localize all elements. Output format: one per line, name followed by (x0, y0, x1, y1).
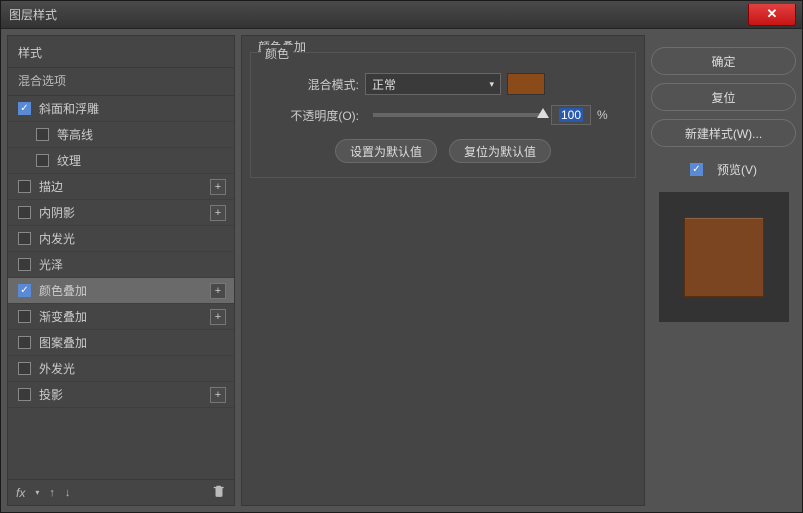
preview-toggle[interactable]: ✓ 预览(V) (651, 161, 796, 178)
effect-checkbox[interactable] (36, 128, 49, 141)
opacity-input[interactable]: 100 (551, 105, 591, 125)
new-style-button[interactable]: 新建样式(W)... (651, 119, 796, 147)
fx-menu-icon[interactable]: fx (16, 486, 25, 500)
effect-label: 等高线 (57, 126, 93, 143)
effect-label: 斜面和浮雕 (39, 100, 99, 117)
effect-checkbox[interactable] (18, 258, 31, 271)
effect-label: 纹理 (57, 152, 81, 169)
effect-checkbox[interactable] (36, 154, 49, 167)
styles-footer: fx ▾ ↑ ↓ (8, 479, 234, 505)
dialog-body: 样式 混合选项 ✓斜面和浮雕等高线纹理描边+内阴影+内发光光泽✓颜色叠加+渐变叠… (7, 35, 796, 506)
cancel-button[interactable]: 复位 (651, 83, 796, 111)
styles-header: 样式 (8, 36, 234, 67)
effect-checkbox[interactable] (18, 310, 31, 323)
fx-menu-caret[interactable]: ▾ (35, 488, 39, 497)
effect-checkbox[interactable] (18, 180, 31, 193)
titlebar[interactable]: 图层样式 ✕ (1, 1, 802, 29)
effect-item[interactable]: 投影 + (8, 382, 234, 408)
blend-options-row[interactable]: 混合选项 (8, 67, 234, 96)
settings-panel: 颜色叠加 颜色 混合模式: 正常 ▾ 不透明度(O): 100 (241, 35, 645, 506)
effect-item[interactable]: 内阴影 + (8, 200, 234, 226)
effect-item[interactable]: 图案叠加 (8, 330, 234, 356)
color-swatch[interactable] (507, 73, 545, 95)
effect-label: 描边 (39, 178, 63, 195)
chevron-down-icon: ▾ (489, 79, 494, 90)
right-buttons: 确定 复位 新建样式(W)... ✓ 预览(V) (651, 35, 796, 506)
effect-item[interactable]: ✓ 斜面和浮雕 (8, 96, 234, 122)
effect-item[interactable]: 渐变叠加 + (8, 304, 234, 330)
opacity-label: 不透明度(O): (265, 107, 365, 124)
layer-style-dialog: 图层样式 ✕ 样式 混合选项 ✓ 斜面和浮雕等高线纹理描边 + 内阴影 + 内发光光泽 ✓ 颜… (0, 0, 803, 513)
effect-item[interactable]: 光泽 (8, 252, 234, 278)
add-effect-icon[interactable]: + (210, 283, 226, 299)
move-down-icon[interactable]: ↓ (65, 487, 71, 499)
effect-label: 内发光 (39, 230, 75, 247)
blend-mode-select[interactable]: 正常 ▾ (365, 73, 501, 95)
add-effect-icon[interactable]: + (210, 205, 226, 221)
blend-mode-value: 正常 (372, 76, 396, 93)
preview-checkbox[interactable]: ✓ (690, 163, 703, 176)
opacity-slider[interactable] (373, 113, 543, 117)
effect-item[interactable]: ✓ 颜色叠加 + (8, 278, 234, 304)
move-up-icon[interactable]: ↑ (49, 487, 55, 499)
effect-checkbox[interactable] (18, 388, 31, 401)
add-effect-icon[interactable]: + (210, 387, 226, 403)
effect-label: 颜色叠加 (39, 282, 87, 299)
effect-label: 内阴影 (39, 204, 75, 221)
effect-checkbox[interactable] (18, 336, 31, 349)
effect-label: 光泽 (39, 256, 63, 273)
effect-label: 外发光 (39, 360, 75, 377)
opacity-slider-thumb[interactable] (537, 108, 549, 118)
styles-panel: 样式 混合选项 ✓斜面和浮雕等高线纹理描边+内阴影+内发光光泽✓颜色叠加+渐变叠… (7, 35, 235, 506)
effect-checkbox[interactable] (18, 362, 31, 375)
color-group-title: 颜色 (261, 45, 293, 62)
window-title: 图层样式 (1, 6, 57, 23)
opacity-suffix: % (597, 108, 608, 122)
effect-label: 投影 (39, 386, 63, 403)
effect-checkbox[interactable] (18, 206, 31, 219)
blend-mode-label: 混合模式: (265, 76, 365, 93)
default-buttons-row: 设置为默认值 复位为默认值 (265, 139, 621, 163)
effect-item[interactable]: 内发光 (8, 226, 234, 252)
effect-label: 渐变叠加 (39, 308, 87, 325)
add-effect-icon[interactable]: + (210, 179, 226, 195)
effects-list: ✓ 斜面和浮雕等高线纹理描边 + 内阴影 + 内发光光泽 ✓ 颜色叠加 + 渐变叠加 + 图案叠加外发… (8, 96, 234, 479)
blend-mode-row: 混合模式: 正常 ▾ (265, 73, 621, 95)
color-group: 颜色 混合模式: 正常 ▾ 不透明度(O): 100 % (250, 52, 636, 178)
make-default-button[interactable]: 设置为默认值 (335, 139, 437, 163)
effect-checkbox[interactable] (18, 232, 31, 245)
opacity-row: 不透明度(O): 100 % (265, 105, 621, 125)
ok-button[interactable]: 确定 (651, 47, 796, 75)
effect-item[interactable]: 等高线 (8, 122, 234, 148)
preview-label: 预览(V) (717, 161, 757, 178)
close-button[interactable]: ✕ (748, 4, 796, 26)
preview-box (659, 192, 789, 322)
effect-item[interactable]: 外发光 (8, 356, 234, 382)
trash-icon[interactable] (212, 484, 226, 501)
effect-checkbox[interactable]: ✓ (18, 284, 31, 297)
reset-default-button[interactable]: 复位为默认值 (449, 139, 551, 163)
effect-item[interactable]: 描边 + (8, 174, 234, 200)
effect-label: 图案叠加 (39, 334, 87, 351)
preview-swatch (684, 217, 764, 297)
add-effect-icon[interactable]: + (210, 309, 226, 325)
effect-checkbox[interactable]: ✓ (18, 102, 31, 115)
effect-item[interactable]: 纹理 (8, 148, 234, 174)
